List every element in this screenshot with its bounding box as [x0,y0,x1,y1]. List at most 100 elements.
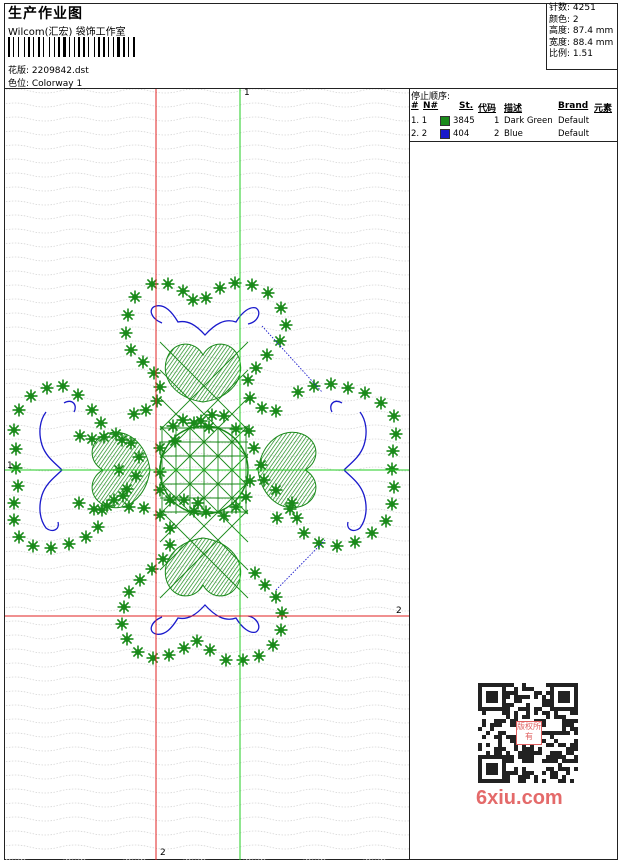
col-description: 描述 [504,104,523,114]
stitch-star [72,496,86,510]
stitch-star [73,429,87,443]
stitch-star [115,617,129,631]
col-code: 代码 [478,104,497,114]
barcode [8,37,135,57]
stitch-star [87,502,101,516]
stitch-star [136,355,150,369]
stitch-star [252,649,266,663]
row-index: 1. 1 [411,116,428,126]
stitch-star [261,286,275,300]
col-element: 元素 [594,104,613,114]
stat-width: 宽度: 88.4 mm [549,37,614,48]
stitch-star [330,539,344,553]
stitch-star [385,497,399,511]
stitch-star [307,379,321,393]
stitch-star [177,641,191,655]
stitch-star [9,442,23,456]
stitch-star [24,389,38,403]
stitch-star [161,277,175,291]
row-stitches: 404 [453,129,470,139]
stitch-star [385,462,399,476]
stitch-star [176,413,190,427]
stitch-star [176,284,190,298]
stitch-star [341,381,355,395]
stitch-star [241,373,255,387]
stitch-star [290,511,304,525]
col-brand: Brand [558,101,589,111]
stitch-star [245,278,259,292]
stitch-star [12,530,26,544]
stitch-star [120,632,134,646]
row-code: 1 [494,116,500,126]
stitch-star [291,385,305,399]
stitch-star [79,530,93,544]
stitch-star [153,441,167,455]
stitch-star [247,441,261,455]
stitch-star [243,391,257,405]
stitch-star [139,403,153,417]
page-title: 生产作业图 [8,6,83,22]
design-file: 花版: 2209842.dst [8,66,89,76]
guide-label-red-right: 2 [396,606,402,616]
stop-sequence-panel: 停止顺序: # N# St. 代码 描述 Brand 元素 1. 1 3845 … [410,89,618,142]
stitch-star [217,409,231,423]
stitch-star [85,403,99,417]
stitch-star [389,427,403,441]
col-hash: # [411,101,419,111]
stitch-star [274,623,288,637]
stitch-star [324,377,338,391]
stitch-star [44,541,58,555]
stitch-star [62,537,76,551]
stitch-star [312,536,326,550]
stitch-star [190,634,204,648]
stitch-star [131,645,145,659]
stitch-star [191,496,205,510]
stitch-star [269,404,283,418]
stitch-star [249,361,263,375]
watermark-logo: 版权所有 6xiu.com [470,681,590,811]
guide-label-red-bottom: 2 [160,848,166,858]
stitch-star [127,407,141,421]
stitch-star [266,638,280,652]
stitch-star [162,648,176,662]
stitch-star [274,301,288,315]
stitch-star [121,308,135,322]
stitch-star [258,578,272,592]
col-stitches: St. [459,101,474,111]
stats-panel: 针数: 4251 颜色: 2 高度: 87.4 mm 宽度: 88.4 mm 比… [546,3,618,70]
stitch-star [163,538,177,552]
stitch-star [7,423,21,437]
row-index: 2. 2 [411,129,428,139]
stitch-star [186,293,200,307]
stitch-star [297,526,311,540]
color-swatch [440,129,450,139]
stitch-star [273,334,287,348]
stitch-star [117,600,131,614]
stitch-star [386,444,400,458]
stitch-star [260,348,274,362]
stitch-star [269,590,283,604]
stitch-star [358,386,372,400]
stitch-star [387,480,401,494]
stitch-star [12,403,26,417]
stitch-star [71,388,85,402]
stitch-star [133,573,147,587]
stitch-star [145,562,159,576]
stitch-star [128,290,142,304]
guide-label-green-top: 1 [244,88,250,98]
stitch-star [26,539,40,553]
row-code: 2 [494,129,500,139]
stitch-star [374,396,388,410]
stitch-star [270,511,284,525]
col-n: N# [423,101,439,111]
row-brand: Default [558,129,590,139]
stat-colors: 颜色: 2 [549,14,579,25]
stitch-star [275,606,289,620]
stitch-star [11,479,25,493]
stitch-star [177,493,191,507]
stitch-star [248,566,262,580]
stitch-star [122,585,136,599]
row-brand: Default [558,116,590,126]
stitch-star [146,651,160,665]
stitch-star [153,380,167,394]
